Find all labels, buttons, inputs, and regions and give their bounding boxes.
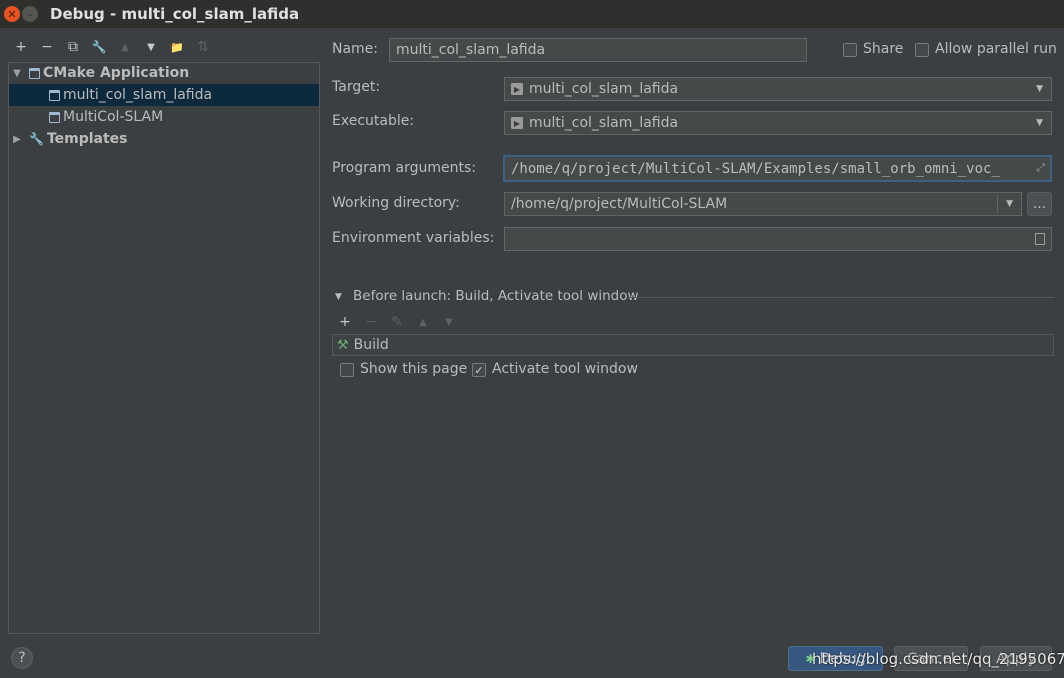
name-input[interactable]: multi_col_slam_lafida	[389, 38, 807, 62]
target-icon: ▶	[511, 83, 523, 95]
executable-value: multi_col_slam_lafida	[529, 115, 679, 131]
executable-select[interactable]: ▶ multi_col_slam_lafida ▼	[504, 111, 1052, 135]
working-directory-value: /home/q/project/MultiCol-SLAM	[511, 196, 728, 212]
program-arguments-label: Program arguments:	[332, 160, 476, 176]
program-arguments-value: /home/q/project/MultiCol-SLAM/Examples/s…	[511, 160, 1000, 177]
tree-item-label: MultiCol-SLAM	[63, 109, 164, 125]
share-label: Share	[863, 41, 904, 57]
cmake-app-icon	[29, 67, 40, 79]
edit-defaults-icon[interactable]: 🔧	[90, 38, 108, 56]
activate-tool-window-checkbox[interactable]: ✓	[472, 363, 486, 377]
show-this-page-label: Show this page	[360, 361, 468, 377]
chevron-down-icon: ▼	[1036, 84, 1043, 94]
edit-task-icon[interactable]: ✎	[388, 313, 406, 331]
add-task-icon[interactable]: +	[336, 313, 354, 331]
tree-item-multi-col-slam-lafida[interactable]: multi_col_slam_lafida	[9, 84, 319, 106]
tree-group-cmake-application[interactable]: ▼ CMake Application	[9, 62, 319, 84]
executable-label: Executable:	[332, 113, 415, 129]
program-arguments-input[interactable]: /home/q/project/MultiCol-SLAM/Examples/s…	[503, 155, 1052, 182]
tree-group-templates[interactable]: ▶ 🔧 Templates	[9, 128, 319, 150]
watermark-text: https://blog.csdn.net/qq_21950671	[812, 650, 1064, 668]
copy-config-icon[interactable]: ⧉	[64, 38, 82, 56]
hammer-icon: ⚒	[337, 337, 349, 353]
separator	[628, 297, 1054, 298]
before-launch-list: ⚒ Build	[332, 334, 1054, 356]
tree-group-label: Templates	[46, 131, 128, 147]
tree-item-label: multi_col_slam_lafida	[63, 87, 213, 103]
chevron-down-icon: ▼	[1006, 199, 1013, 209]
cmake-target-icon	[49, 89, 60, 101]
browse-directory-button[interactable]: ...	[1027, 192, 1052, 216]
sort-icon[interactable]: ⇅	[194, 38, 212, 56]
target-value: multi_col_slam_lafida	[529, 81, 679, 97]
wrench-icon: 🔧	[29, 132, 44, 146]
show-this-page-checkbox[interactable]	[340, 363, 354, 377]
allow-parallel-run-checkbox[interactable]	[915, 43, 929, 57]
add-config-icon[interactable]: +	[12, 38, 30, 56]
expand-arrow-icon[interactable]: ▼	[11, 68, 23, 79]
chevron-down-icon: ▼	[1036, 118, 1043, 128]
remove-config-icon[interactable]: −	[38, 38, 56, 56]
allow-parallel-run-label: Allow parallel run	[935, 41, 1057, 57]
tree-item-multicol-slam[interactable]: MultiCol-SLAM	[9, 106, 319, 128]
name-label: Name:	[332, 41, 379, 57]
collapse-arrow-icon[interactable]: ▶	[11, 134, 23, 145]
target-label: Target:	[332, 79, 381, 95]
working-directory-select[interactable]: /home/q/project/MultiCol-SLAM ▼	[504, 192, 1022, 216]
remove-task-icon[interactable]: −	[362, 313, 380, 331]
working-directory-label: Working directory:	[332, 195, 460, 211]
environment-variables-input[interactable]	[504, 227, 1052, 251]
tree-group-label: CMake Application	[43, 65, 190, 81]
help-button[interactable]: ?	[11, 647, 33, 669]
move-task-up-icon[interactable]: ▲	[414, 313, 432, 331]
environment-variables-label: Environment variables:	[332, 230, 495, 246]
share-checkbox[interactable]	[843, 43, 857, 57]
configuration-tree: ▼ CMake Application multi_col_slam_lafid…	[8, 62, 320, 634]
expand-field-icon[interactable]: ⤢	[1036, 161, 1045, 175]
list-item[interactable]: ⚒ Build	[333, 335, 1053, 355]
close-window-icon[interactable]: ✕	[4, 6, 20, 22]
activate-tool-window-label: Activate tool window	[492, 361, 638, 377]
task-label: Build	[353, 337, 389, 353]
minimize-window-icon[interactable]: –	[22, 6, 38, 22]
cmake-target-icon	[49, 111, 60, 123]
before-launch-header[interactable]: Before launch: Build, Activate tool wind…	[353, 288, 639, 304]
folder-icon[interactable]: 📁	[168, 38, 186, 56]
target-select[interactable]: ▶ multi_col_slam_lafida ▼	[504, 77, 1052, 101]
move-down-icon[interactable]: ▼	[142, 38, 160, 56]
move-task-down-icon[interactable]: ▼	[440, 313, 458, 331]
collapse-arrow-icon[interactable]: ▼	[335, 292, 342, 302]
document-icon[interactable]	[1035, 233, 1045, 245]
move-up-icon[interactable]: ▲	[116, 38, 134, 56]
window-title: Debug - multi_col_slam_lafida	[50, 5, 300, 23]
executable-icon: ▶	[511, 117, 523, 129]
